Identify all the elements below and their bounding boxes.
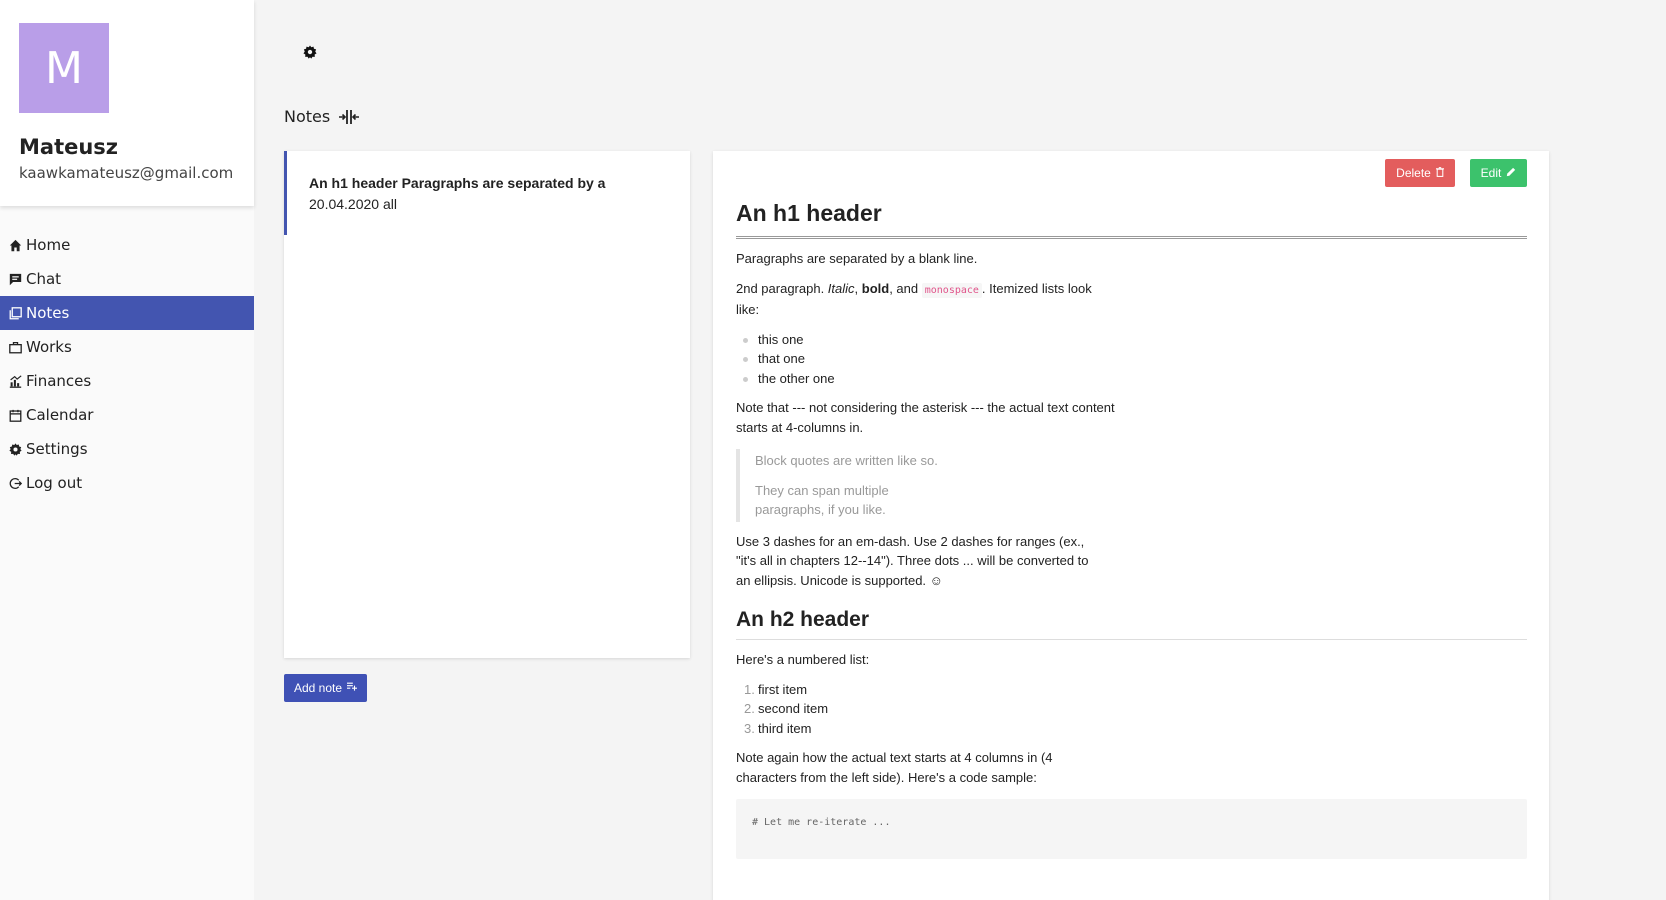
markdown-content: An h1 header Paragraphs are separated by… [736, 199, 1527, 859]
logout-icon [8, 476, 22, 490]
blockquote: Block quotes are written like so. They c… [736, 449, 1116, 522]
sidebar-item-label: Calendar [26, 406, 94, 424]
profile-card: M Mateusz kaawkamateusz@gmail.com [0, 0, 254, 206]
list-number: 2. [744, 701, 755, 716]
delete-button[interactable]: Delete [1385, 159, 1455, 187]
list-item: this one [743, 330, 1527, 350]
note-list: An h1 header Paragraphs are separated by… [284, 151, 690, 658]
code-block: # Let me re-iterate ... [736, 799, 1527, 859]
sidebar-item-works[interactable]: Works [0, 330, 254, 364]
add-note-label: Add note [293, 681, 343, 695]
list-item: the other one [743, 369, 1527, 389]
text-span: 2nd paragraph. [736, 280, 828, 296]
sidebar-item-notes[interactable]: Notes [0, 296, 254, 330]
list-item: that one [743, 349, 1527, 369]
delete-label: Delete [1396, 166, 1431, 180]
sidebar-item-label: Home [26, 236, 71, 254]
list-item: 3. third item [744, 719, 1527, 739]
page-title: Notes [284, 107, 331, 126]
paragraph: Paragraphs are separated by a blank line… [736, 251, 978, 266]
home-icon [8, 238, 22, 252]
notes-icon [8, 306, 22, 320]
list-item: 1. first item [744, 680, 1527, 700]
paragraph: Here's a numbered list: [736, 652, 870, 667]
calendar-icon [8, 408, 22, 422]
sidebar-item-logout[interactable]: Log out [0, 466, 254, 500]
sidebar-item-label: Log out [26, 474, 83, 492]
sidebar-item-settings[interactable]: Settings [0, 432, 254, 466]
pencil-icon [1506, 167, 1516, 180]
list-number: 3. [744, 720, 755, 736]
sidebar-item-finances[interactable]: Finances [0, 364, 254, 398]
note-title: An h1 header Paragraphs are separated by… [309, 175, 606, 191]
note-h2: An h2 header [736, 606, 1527, 640]
sidebar-item-label: Notes [26, 304, 70, 322]
trash-icon [1435, 166, 1444, 180]
list-item-text: third item [758, 720, 812, 736]
inline-code: monospace [921, 282, 982, 298]
numbered-list: 1. first item 2. second item 3. third item [736, 680, 1527, 739]
chart-icon [8, 374, 22, 388]
paragraph: Use 3 dashes for an em-dash. Use 2 dashe… [736, 533, 1089, 588]
note-h1: An h1 header [736, 199, 1527, 239]
paragraph: Note that --- not considering the asteri… [736, 400, 1115, 435]
sidebar: M Mateusz kaawkamateusz@gmail.com Home C… [0, 0, 254, 900]
text-span: , and [889, 280, 922, 296]
list-number: 1. [744, 681, 755, 697]
italic-text: Italic [827, 280, 855, 296]
sidebar-item-label: Settings [26, 440, 88, 458]
list-item-text: second item [758, 701, 829, 716]
quote-paragraph: They can span multiple paragraphs, if yo… [755, 482, 889, 518]
settings-gear-icon[interactable] [303, 45, 317, 59]
list-item[interactable]: An h1 header Paragraphs are separated by… [284, 151, 690, 235]
chat-icon [8, 272, 22, 286]
edit-label: Edit [1480, 166, 1502, 180]
briefcase-icon [8, 340, 22, 354]
profile-email: kaawkamateusz@gmail.com [19, 164, 234, 182]
edit-button[interactable]: Edit [1470, 159, 1527, 187]
quote-paragraph: Block quotes are written like so. [755, 453, 938, 468]
playlist-add-icon [347, 682, 358, 694]
note-content-panel: Delete Edit An h1 header Paragraphs are … [713, 151, 1549, 900]
sidebar-item-label: Works [26, 338, 72, 356]
sidebar-item-calendar[interactable]: Calendar [0, 398, 254, 432]
collapse-columns-icon[interactable] [338, 109, 360, 125]
avatar: M [19, 23, 109, 113]
text-span: , [854, 280, 862, 296]
sidebar-item-label: Finances [26, 372, 92, 390]
list-item: 2. second item [744, 699, 1527, 719]
gear-icon [8, 442, 22, 456]
bullet-list: this one that one the other one [736, 330, 1527, 389]
sidebar-item-label: Chat [26, 270, 62, 288]
list-item-text: first item [758, 681, 808, 697]
nav-menu: Home Chat Notes Works Finances Calendar … [0, 228, 254, 500]
paragraph: Note again how the actual text starts at… [736, 750, 1053, 785]
sidebar-item-home[interactable]: Home [0, 228, 254, 262]
profile-name: Mateusz [19, 135, 119, 159]
notes-heading: Notes [284, 107, 360, 126]
paragraph: 2nd paragraph. Italic, bold, and monospa… [736, 279, 1116, 320]
sidebar-item-chat[interactable]: Chat [0, 262, 254, 296]
bold-text: bold [861, 280, 890, 296]
add-note-button[interactable]: Add note [284, 674, 367, 702]
note-date: 20.04.2020 all [309, 196, 397, 212]
